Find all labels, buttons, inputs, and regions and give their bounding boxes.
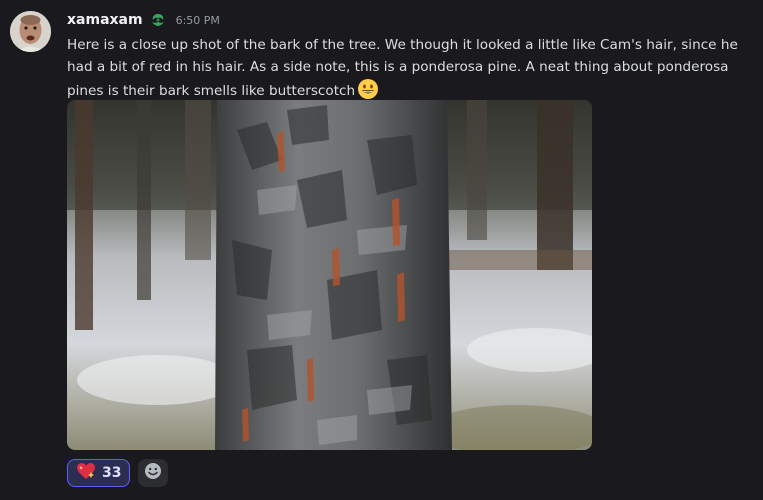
grinning-face-emoji[interactable] bbox=[357, 78, 379, 100]
reaction-sparkling-heart[interactable]: 33 bbox=[67, 459, 131, 487]
reactions-bar: 33 bbox=[67, 459, 169, 487]
sparkling-heart-icon bbox=[76, 462, 96, 484]
image-attachment[interactable] bbox=[67, 100, 592, 450]
message-text: Here is a close up shot of the bark of t… bbox=[67, 37, 738, 99]
avatar[interactable] bbox=[10, 11, 51, 52]
timestamp: 6:50 PM bbox=[175, 13, 220, 27]
message-header: xamaxam 6:50 PM bbox=[67, 10, 220, 30]
message: xamaxam 6:50 PM Here is a close up shot … bbox=[0, 0, 763, 500]
smiley-add-reaction-icon bbox=[144, 462, 162, 484]
add-reaction-button[interactable] bbox=[138, 459, 169, 487]
reaction-count: 33 bbox=[102, 465, 122, 481]
tree-bark-photo bbox=[67, 100, 592, 450]
message-content: Here is a close up shot of the bark of t… bbox=[67, 34, 757, 102]
username[interactable]: xamaxam bbox=[67, 12, 143, 28]
leaf-badge-icon[interactable] bbox=[148, 10, 168, 30]
